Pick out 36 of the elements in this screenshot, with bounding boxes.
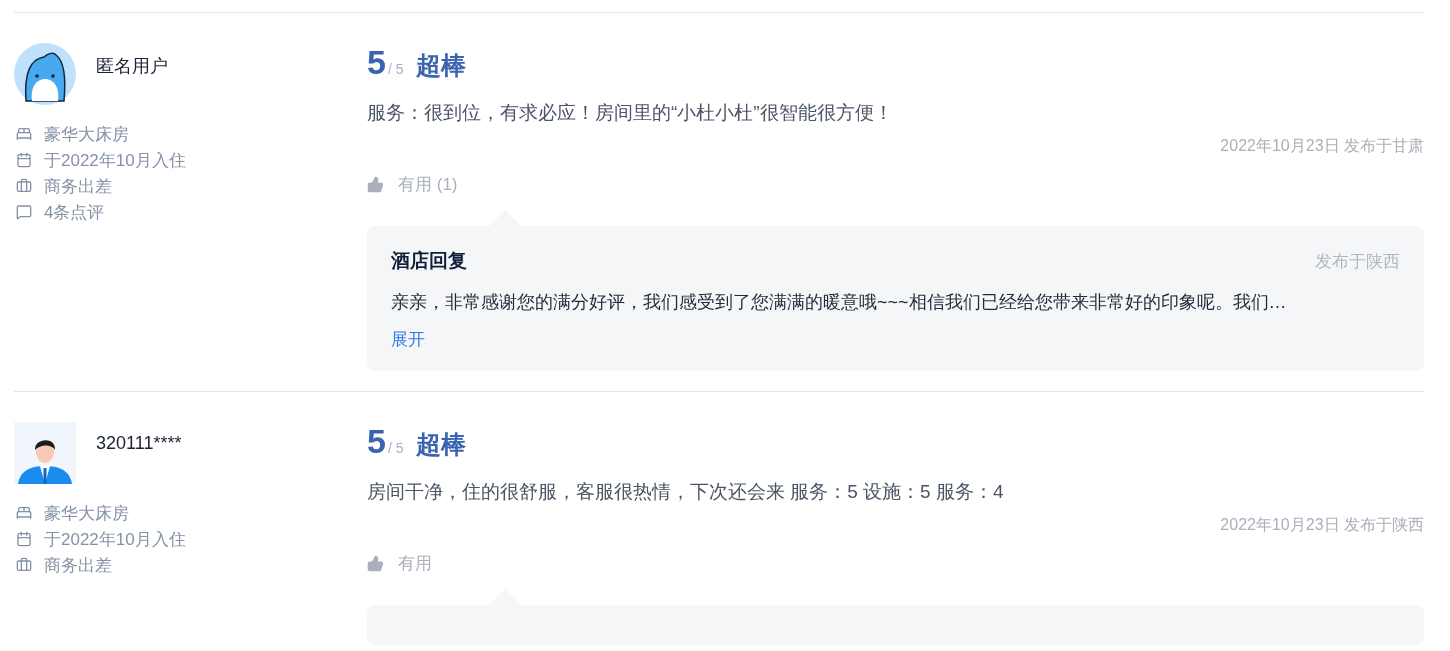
score-scale: / 5: [387, 440, 404, 456]
useful-button[interactable]: 有用: [367, 552, 432, 575]
user-info-text: 豪华大床房: [44, 502, 129, 525]
reply-location: 发布于陕西: [1315, 250, 1400, 273]
review-text: 房间干净，住的很舒服，客服很热情，下次还会来 服务：5 设施：5 服务：4: [367, 480, 1005, 504]
thumbs-up-icon: [367, 176, 384, 193]
message-icon: [16, 204, 32, 220]
expand-link[interactable]: 展开: [391, 328, 425, 351]
review-date: 2022年10月23日 发布于甘肃: [1220, 136, 1424, 156]
bed-icon: [16, 505, 32, 521]
user-info-text: 于2022年10月入住: [44, 149, 186, 172]
reply-title: 酒店回复: [391, 249, 467, 273]
rating-verdict: 超棒: [415, 429, 466, 460]
person-avatar-icon: [14, 422, 76, 484]
user-info-text: 商务出差: [44, 554, 112, 577]
review-text: 服务：很到位，有求必应！房间里的“小杜小杜”很智能很方便！: [367, 101, 894, 125]
dolphin-avatar-icon: [14, 43, 76, 105]
review-date: 2022年10月23日 发布于陕西: [1220, 515, 1424, 535]
user-name: 匿名用户: [96, 55, 168, 78]
user-info-text: 4条点评: [44, 201, 105, 224]
score: 5: [367, 422, 386, 461]
bed-icon: [16, 126, 32, 142]
calendar-icon: [16, 152, 32, 168]
user-info-text: 豪华大床房: [44, 123, 129, 146]
user-info-text: 商务出差: [44, 175, 112, 198]
score-scale: / 5: [387, 61, 404, 77]
user-info-text: 于2022年10月入住: [44, 528, 186, 551]
reply-text: 亲亲，非常感谢您的满分好评，我们感受到了您满满的暖意哦~~~相信我们已经给您带来非常好的印象呢。我们…: [391, 291, 1288, 314]
rating-verdict: 超棒: [415, 50, 466, 81]
thumbs-up-icon: [367, 555, 384, 572]
score: 5: [367, 43, 386, 82]
briefcase-icon: [16, 178, 32, 194]
user-name: 320111****: [96, 433, 182, 454]
briefcase-icon: [16, 557, 32, 573]
useful-button[interactable]: 有用 (1): [367, 173, 458, 196]
calendar-icon: [16, 531, 32, 547]
